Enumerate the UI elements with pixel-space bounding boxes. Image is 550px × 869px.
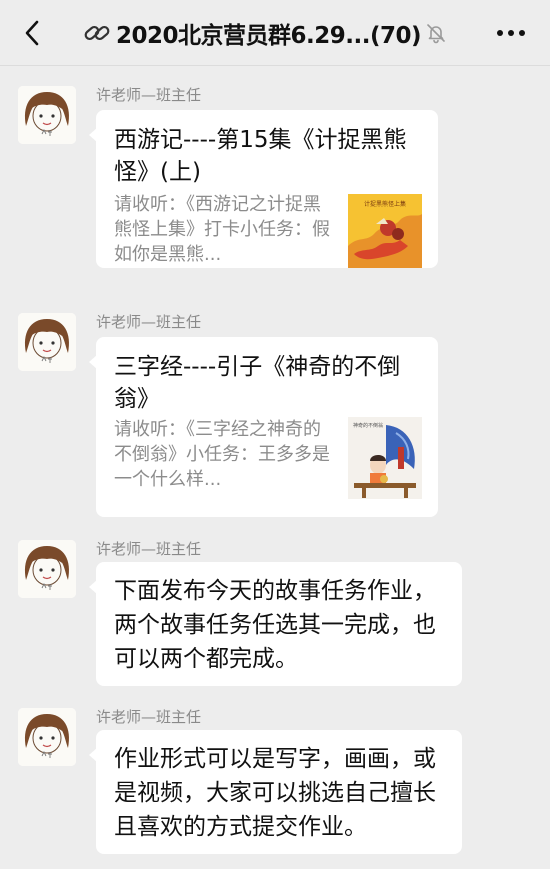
- link-card[interactable]: 三字经----引子《神奇的不倒翁》 请收听：《三字经之神奇的不倒翁》小任务：王多…: [89, 337, 438, 517]
- card-description: 请收听：《西游记之计捉黑熊怪上集》打卡小任务：假如你是黑熊...: [114, 194, 330, 265]
- text-bubble[interactable]: 作业形式可以是写字，画画，或是视频，大家可以挑选自己擅长且喜欢的方式提交作业。: [89, 730, 462, 854]
- avatar[interactable]: [18, 708, 76, 766]
- link-icon: [84, 25, 110, 41]
- avatar[interactable]: [18, 86, 76, 144]
- thumbnail-caption: 神奇的不倒翁: [353, 422, 383, 429]
- more-dots-icon: [497, 30, 525, 36]
- journey-west-thumbnail: 计捉黑熊怪上集: [348, 194, 422, 268]
- card-title: 三字经----引子《神奇的不倒翁》: [114, 354, 401, 412]
- sender-name: 许老师—班主任: [96, 313, 202, 331]
- link-card[interactable]: 西游记----第15集《计捉黑熊怪》(上) 请收听：《西游记之计捉黑熊怪上集》打…: [89, 110, 438, 268]
- thumbnail-caption: 计捉黑熊怪上集: [364, 200, 406, 208]
- text-bubble[interactable]: 下面发布今天的故事任务作业，两个故事任务任选其一完成，也可以两个都完成。: [89, 562, 462, 686]
- muted-bell-icon: [427, 24, 445, 44]
- sender-name: 许老师—班主任: [96, 86, 202, 104]
- three-character-classic-thumbnail: 神奇的不倒翁: [348, 417, 422, 499]
- message-text: 下面发布今天的故事任务作业，两个故事任务任选其一完成，也可以两个都完成。: [114, 578, 436, 672]
- avatar[interactable]: [18, 540, 76, 598]
- card-description: 请收听：《三字经之神奇的不倒翁》小任务：王多多是一个什么样...: [114, 419, 330, 490]
- sender-name: 许老师—班主任: [96, 540, 202, 558]
- card-title: 西游记----第15集《计捉黑熊怪》(上): [114, 127, 407, 185]
- message-text: 作业形式可以是写字，画画，或是视频，大家可以挑选自己擅长且喜欢的方式提交作业。: [114, 746, 436, 840]
- avatar[interactable]: [18, 313, 76, 371]
- chat-title-area[interactable]: 2020北京营员群6.29...(70): [82, 14, 454, 52]
- chevron-left-icon: [25, 20, 39, 46]
- chat-title: 2020北京营员群6.29...(70): [116, 23, 422, 49]
- more-button[interactable]: [494, 21, 528, 45]
- chat-header: 2020北京营员群6.29...(70): [0, 0, 550, 66]
- sender-name: 许老师—班主任: [96, 708, 202, 726]
- back-button[interactable]: [18, 18, 48, 48]
